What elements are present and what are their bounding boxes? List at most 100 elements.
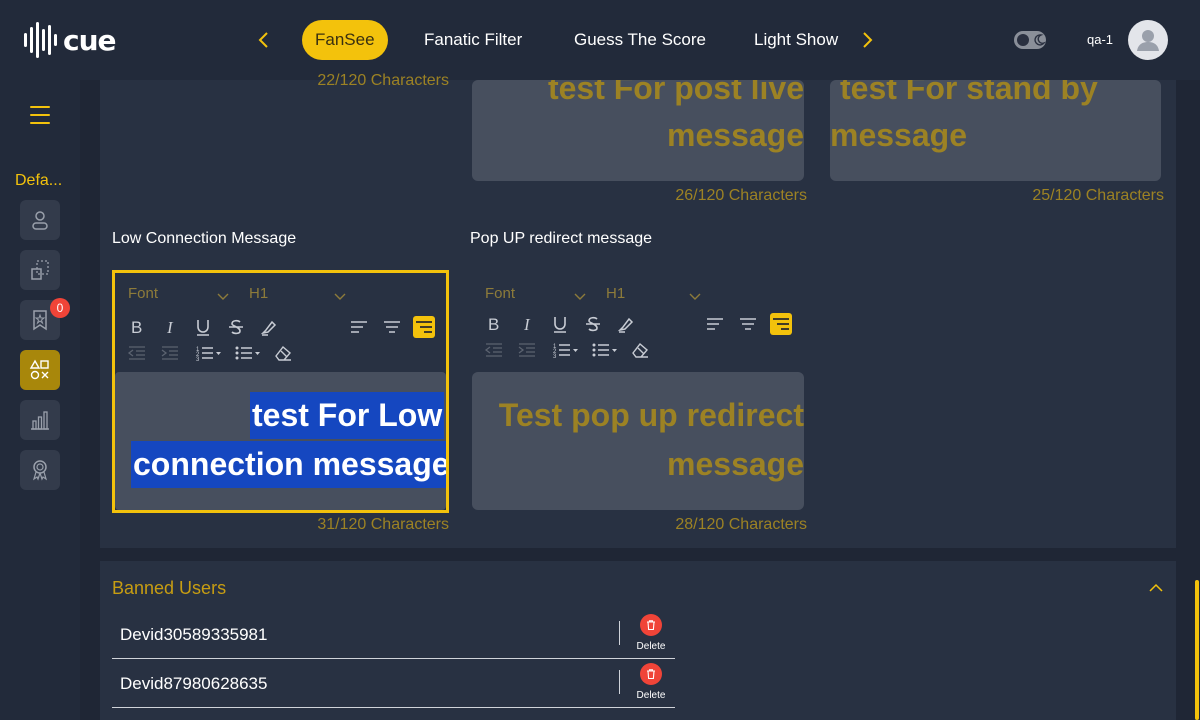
top-bar: cue FanSee Fanatic Filter Guess The Scor… <box>0 0 1200 80</box>
sidebar-item-user[interactable] <box>20 200 60 240</box>
divider <box>619 670 620 694</box>
post-live-message-box[interactable]: test For post live message <box>472 80 804 181</box>
trash-icon <box>640 663 662 685</box>
char-count-stand-by: 25/120 Characters <box>1032 187 1164 204</box>
char-count-post-live: 26/120 Characters <box>675 187 807 204</box>
low-connection-editor[interactable]: Font H1 B I 123 test For Low connection … <box>112 270 449 513</box>
banned-user-row: Devid30589335981 Delete <box>112 611 675 659</box>
italic-icon[interactable]: I <box>516 313 538 335</box>
delete-label: Delete <box>636 690 666 701</box>
svg-text:3: 3 <box>196 357 200 363</box>
post-live-line1: test For post live <box>547 80 804 106</box>
nav-next-icon[interactable] <box>855 28 879 52</box>
eraser-icon[interactable] <box>272 342 294 364</box>
theme-toggle[interactable] <box>1014 31 1046 49</box>
stand-by-line1: test For stand by <box>840 80 1098 106</box>
logo-text: cue <box>63 23 117 57</box>
bullet-list-icon[interactable] <box>590 339 620 361</box>
outdent-icon[interactable] <box>483 339 505 361</box>
bullet-list-icon[interactable] <box>233 342 263 364</box>
svg-text:I: I <box>166 318 174 337</box>
font-select[interactable]: Font <box>485 285 515 302</box>
notification-badge: 0 <box>50 298 70 318</box>
chevron-down-icon <box>217 293 229 300</box>
indent-icon[interactable] <box>516 339 538 361</box>
highlight-icon[interactable] <box>615 313 637 335</box>
username: qa-1 <box>1087 32 1114 47</box>
sidebar-item-shapes[interactable] <box>20 350 60 390</box>
nav-item-fansee[interactable]: FanSee <box>302 20 388 60</box>
char-count-popup-redirect: 28/120 Characters <box>675 516 807 533</box>
sidebar-label: Defa... <box>15 172 63 189</box>
popup-redirect-line1: Test pop up redirect <box>498 397 804 433</box>
logo-wave-icon <box>24 22 57 58</box>
bar-chart-icon <box>31 411 49 430</box>
stand-by-line2: message <box>830 117 967 153</box>
sidebar-item-bookmarks[interactable]: 0 <box>20 298 70 340</box>
char-count-top-left: 22/120 Characters <box>317 72 449 89</box>
svg-text:B: B <box>131 318 142 337</box>
align-left-icon[interactable] <box>348 316 370 338</box>
outdent-icon[interactable] <box>126 342 148 364</box>
nav-prev-icon[interactable] <box>252 28 276 52</box>
align-center-icon[interactable] <box>737 313 759 335</box>
heading-select[interactable]: H1 <box>249 285 268 302</box>
nav-item-fanatic-filter[interactable]: Fanatic Filter <box>424 20 522 60</box>
divider <box>619 621 620 645</box>
avatar[interactable] <box>1128 20 1168 60</box>
shapes-icon <box>29 359 49 380</box>
banned-user-name: Devid87980628635 <box>120 674 268 693</box>
bold-icon[interactable]: B <box>126 316 148 338</box>
ordered-list-icon[interactable]: 123 <box>551 339 581 361</box>
cue-logo[interactable]: cue <box>24 22 117 58</box>
stand-by-message-box[interactable]: test For stand by message <box>830 80 1161 181</box>
delete-button[interactable]: Delete <box>635 663 667 701</box>
underline-icon[interactable] <box>192 316 214 338</box>
post-live-line2: message <box>667 117 804 153</box>
char-count-low-connection: 31/120 Characters <box>317 516 449 533</box>
align-right-icon[interactable] <box>413 316 435 338</box>
sidebar-item-layout[interactable] <box>20 250 60 290</box>
low-connection-text-area[interactable]: test For Low connection message <box>115 372 446 510</box>
strikethrough-icon[interactable] <box>582 313 604 335</box>
delete-label: Delete <box>636 641 666 652</box>
align-left-icon[interactable] <box>704 313 726 335</box>
menu-icon[interactable] <box>30 106 50 124</box>
moon-icon <box>1034 34 1046 46</box>
popup-redirect-editor[interactable]: Font H1 B I 123 Test pop up redirect mes… <box>472 273 804 510</box>
align-right-icon[interactable] <box>770 313 792 335</box>
scrollbar-thumb[interactable] <box>1195 580 1199 720</box>
highlight-icon[interactable] <box>258 316 280 338</box>
nav-item-light-show[interactable]: Light Show <box>754 20 838 60</box>
ordered-list-icon[interactable]: 123 <box>194 342 224 364</box>
sidebar-item-stats[interactable] <box>20 400 60 440</box>
font-select[interactable]: Font <box>128 285 158 302</box>
nav-item-guess-the-score[interactable]: Guess The Score <box>574 20 706 60</box>
heading-select[interactable]: H1 <box>606 285 625 302</box>
toggle-knob <box>1017 34 1029 46</box>
award-icon <box>32 460 48 481</box>
chevron-down-icon <box>689 293 701 300</box>
svg-text:I: I <box>523 315 531 334</box>
italic-icon[interactable]: I <box>159 316 181 338</box>
messages-card: 22/120 Characters test For post live mes… <box>100 72 1176 548</box>
trash-icon <box>640 614 662 636</box>
underline-icon[interactable] <box>549 313 571 335</box>
chevron-up-icon[interactable] <box>1148 580 1164 596</box>
bold-icon[interactable]: B <box>483 313 505 335</box>
svg-text:B: B <box>488 315 499 334</box>
align-center-icon[interactable] <box>381 316 403 338</box>
eraser-icon[interactable] <box>629 339 651 361</box>
svg-text:3: 3 <box>553 354 557 360</box>
user-icon <box>32 211 48 230</box>
low-connection-line1: test For Low <box>250 392 445 439</box>
strikethrough-icon[interactable] <box>225 316 247 338</box>
popup-redirect-text-area[interactable]: Test pop up redirect message <box>472 372 804 510</box>
popup-redirect-line2: message <box>667 446 804 482</box>
banned-users-card: Banned Users Devid30589335981 Delete Dev… <box>100 561 1176 720</box>
sidebar-item-awards[interactable] <box>20 450 60 490</box>
banned-users-title: Banned Users <box>112 578 227 598</box>
indent-icon[interactable] <box>159 342 181 364</box>
delete-button[interactable]: Delete <box>635 614 667 652</box>
low-connection-line2: connection message <box>131 441 446 488</box>
